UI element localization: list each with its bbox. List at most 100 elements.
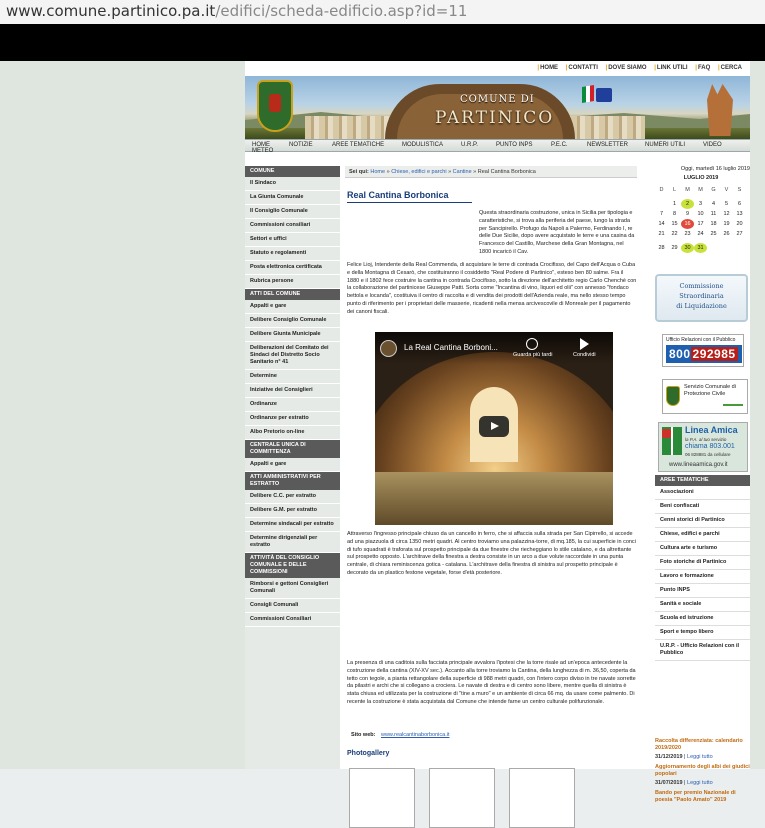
title-rule — [347, 202, 472, 203]
toplink-contatti[interactable]: |CONTATTI — [566, 65, 598, 71]
linea-amica-banner[interactable]: Linea Amica la P.A. al tuo servizio chia… — [658, 422, 748, 472]
commissione-liquidazione-banner[interactable]: Commissione Straordinaria di Liquidazion… — [655, 274, 748, 322]
read-more-link[interactable]: Leggi tutto — [687, 780, 713, 786]
sidebar-item[interactable]: Appalti e gare — [245, 300, 340, 314]
aree-item[interactable]: U.R.P. - Ufficio Relazioni con il Pubbli… — [655, 640, 750, 661]
aree-item[interactable]: Beni confiscati — [655, 500, 750, 514]
section-head-aree: AREE TEMATICHE — [655, 475, 750, 486]
sidebar-item[interactable]: Il Sindaco — [245, 177, 340, 191]
aree-item[interactable]: Cultura arte e turismo — [655, 542, 750, 556]
sidebar-item[interactable]: Appalti e gare — [245, 458, 340, 472]
breadcrumb-category[interactable]: Chiese, edifici e parchi — [391, 169, 446, 175]
aree-item[interactable]: Associazioni — [655, 486, 750, 500]
breadcrumb-home[interactable]: Home — [370, 169, 385, 175]
sidebar-item[interactable]: Rubrica persone — [245, 275, 340, 289]
share-label[interactable]: Condividi — [573, 352, 596, 358]
nav-video[interactable]: VIDEO — [703, 142, 722, 148]
aree-item[interactable]: Foto storiche di Partinico — [655, 556, 750, 570]
nav-modulistica[interactable]: MODULISTICA — [402, 142, 443, 148]
news-title[interactable]: Bando per premio Nazionale di poesia "Pa… — [655, 790, 750, 803]
url-domain: www.comune.partinico.pa.it — [6, 2, 216, 20]
read-more-link[interactable]: Leggi tutto — [687, 754, 713, 760]
calendar-day-event[interactable]: 30 — [681, 243, 694, 253]
nav-newsletter[interactable]: NEWSLETTER — [587, 142, 628, 148]
calendar-day[interactable]: 1 — [668, 199, 681, 209]
gallery-thumb[interactable] — [509, 768, 575, 828]
sidebar-item[interactable]: Albo Pretorio on-line — [245, 426, 340, 440]
sidebar-item[interactable]: Settori e uffici — [245, 233, 340, 247]
calendar-day-event[interactable]: 2 — [681, 199, 694, 209]
website-label: Sito web: — [351, 732, 376, 738]
sidebar-item[interactable]: Ordinanze per estratto — [245, 412, 340, 426]
channel-avatar[interactable] — [380, 340, 397, 357]
sidebar-item[interactable]: La Giunta Comunale — [245, 191, 340, 205]
sidebar-item[interactable]: Iniziative dei Consiglieri — [245, 384, 340, 398]
sidebar-item[interactable]: Determine sindacali per estratto — [245, 518, 340, 532]
play-button[interactable] — [479, 416, 509, 437]
left-sidebar: COMUNE Il Sindaco La Giunta Comunale Il … — [245, 166, 340, 769]
sidebar-item[interactable]: Posta elettronica certificata — [245, 261, 340, 275]
toplink-faq[interactable]: |FAQ — [695, 65, 710, 71]
news-title[interactable]: Aggiornamento degli albi dei giudici pop… — [655, 764, 750, 777]
nav-punto-inps[interactable]: PUNTO INPS — [496, 142, 533, 148]
sidebar-item[interactable]: Delibere G.M. per estratto — [245, 504, 340, 518]
aree-item[interactable]: Punto INPS — [655, 584, 750, 598]
urp-number: 800 292985 — [666, 345, 742, 363]
sidebar-item[interactable]: Rimborsi e gettoni Consiglieri Comunali — [245, 578, 340, 599]
aree-item[interactable]: Chiese, edifici e parchi — [655, 528, 750, 542]
sidebar-item[interactable]: Commissioni Consiliari — [245, 613, 340, 627]
url-path: /edifici/scheda-edificio.asp?id=11 — [215, 2, 468, 20]
sidebar-item[interactable]: Deliberazioni del Comitato dei Sindaci d… — [245, 342, 340, 370]
watch-later-label[interactable]: Guarda più tardi — [513, 352, 552, 358]
nav-notizie[interactable]: NOTIZIE — [289, 142, 313, 148]
aree-item[interactable]: Sanità e sociale — [655, 598, 750, 612]
toplink-dove-siamo[interactable]: |DOVE SIAMO — [606, 65, 647, 71]
youtube-video-player[interactable]: La Real Cantina Borboni... Guarda più ta… — [375, 332, 613, 525]
sidebar-item[interactable]: Il Consiglio Comunale — [245, 205, 340, 219]
sidebar-item[interactable]: Commissioni consiliari — [245, 219, 340, 233]
nav-meteo[interactable]: METEO — [252, 148, 273, 154]
aree-item[interactable]: Sport e tempo libero — [655, 626, 750, 640]
section-head-centrale: CENTRALE UNICA DI COMMITTENZA — [245, 440, 340, 458]
address-bar[interactable]: www.comune.partinico.pa.it/edifici/sched… — [0, 0, 765, 24]
toplink-cerca[interactable]: |CERCA — [718, 65, 742, 71]
sidebar-item[interactable]: Delibere Giunta Municipale — [245, 328, 340, 342]
calendar-day-event[interactable]: 31 — [694, 243, 707, 253]
calendar-month[interactable]: LUGLIO 2019 — [658, 175, 744, 183]
video-title[interactable]: La Real Cantina Borboni... — [404, 343, 498, 352]
share-icon[interactable] — [580, 338, 589, 350]
protezione-civile-text: Servizio Comunale di Protezione Civile — [684, 384, 736, 397]
sidebar-item[interactable]: Determine — [245, 370, 340, 384]
sidebar-item[interactable]: Statuto e regolamenti — [245, 247, 340, 261]
urp-phone-banner[interactable]: Ufficio Relazioni con il Pubblico 800 292… — [662, 334, 744, 367]
protezione-civile-banner[interactable]: Servizio Comunale di Protezione Civile — [662, 379, 748, 414]
website-link[interactable]: www.realcantinaborbonica.it — [381, 732, 449, 738]
toplink-link-utili[interactable]: |LINK UTILI — [654, 65, 687, 71]
urp-title: Ufficio Relazioni con il Pubblico — [666, 337, 736, 343]
nav-aree-tematiche[interactable]: AREE TEMATICHE — [332, 142, 384, 148]
sidebar-item[interactable]: Consigli Comunali — [245, 599, 340, 613]
gallery-thumb[interactable] — [349, 768, 415, 828]
aree-item[interactable]: Cenni storici di Partinico — [655, 514, 750, 528]
site-banner: COMUNE DI PARTINICO — [245, 76, 750, 139]
calendar-day-today[interactable]: 16 — [681, 219, 694, 229]
breadcrumb: Sei qui: Home » Chiese, edifici e parchi… — [345, 166, 637, 178]
sidebar-item[interactable]: Determine dirigenziali per estratto — [245, 532, 340, 553]
news-title[interactable]: Raccolta differenziata: calendario 2019/… — [655, 738, 750, 751]
aree-item[interactable]: Scuola ed istruzione — [655, 612, 750, 626]
aree-item[interactable]: Lavoro e formazione — [655, 570, 750, 584]
breadcrumb-subcategory[interactable]: Cantine — [453, 169, 472, 175]
gallery-thumb[interactable] — [429, 768, 495, 828]
nav-pec[interactable]: P.E.C. — [551, 142, 568, 148]
sidebar-item[interactable]: Delibere C.C. per estratto — [245, 490, 340, 504]
paragraph-3: Attraverso l'ingresso principale chiuso … — [347, 531, 636, 576]
nav-urp[interactable]: U.R.P. — [461, 142, 478, 148]
arrow-icon — [723, 404, 743, 406]
sidebar-item[interactable]: Delibere Consiglio Comunale — [245, 314, 340, 328]
nav-numeri-utili[interactable]: NUMERI UTILI — [645, 142, 685, 148]
toplink-home[interactable]: |HOME — [537, 65, 558, 71]
sidebar-item[interactable]: Ordinanze — [245, 398, 340, 412]
coat-of-arms-icon[interactable] — [257, 80, 293, 132]
paragraph-2: Felice Lioj, Intendente della Real Comme… — [347, 262, 637, 315]
clock-icon[interactable] — [526, 338, 538, 350]
